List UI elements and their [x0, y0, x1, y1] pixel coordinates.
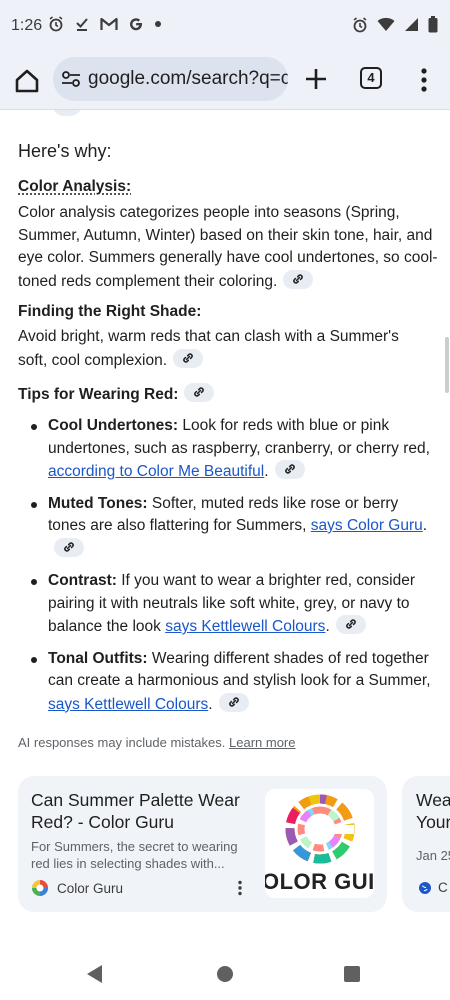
- source-link[interactable]: says Kettlewell Colours: [48, 696, 208, 713]
- learn-more-link[interactable]: Learn more: [229, 735, 295, 750]
- signal-icon: [405, 18, 418, 31]
- tips-title: Tips for Wearing Red:: [18, 383, 215, 404]
- color-analysis-title[interactable]: Color Analysis:: [18, 178, 131, 196]
- card-title[interactable]: Wea Your: [416, 789, 450, 833]
- dot-icon: [155, 21, 161, 27]
- browser-toolbar: google.com/search?q=c 4: [0, 54, 450, 110]
- source-link-chip[interactable]: [274, 460, 305, 479]
- globe-icon: [419, 881, 431, 894]
- link-icon: [284, 464, 295, 474]
- gmail-icon: [100, 17, 118, 30]
- tips-list: Cool Undertones: Look for reds with blue…: [31, 415, 440, 725]
- home-button[interactable]: [217, 966, 233, 982]
- home-icon[interactable]: [12, 66, 42, 96]
- ai-overview-content: Here's why: Color Analysis: Color analys…: [0, 110, 450, 928]
- card-thumbnail[interactable]: OLOR GUI: [265, 789, 374, 898]
- finding-shade-text: Avoid bright, warm reds that can clash w…: [18, 328, 399, 369]
- color-guru-favicon-icon: [31, 879, 49, 897]
- link-icon: [183, 352, 193, 363]
- link-icon: [345, 619, 356, 629]
- more-menu-icon[interactable]: [420, 67, 428, 93]
- source-card[interactable]: WeaYour Jan 25 C: [402, 776, 450, 912]
- link-icon: [194, 387, 205, 397]
- alarm-icon: [49, 16, 63, 32]
- link-icon: [228, 696, 239, 707]
- download-done-icon: [76, 18, 88, 31]
- link-icon: [293, 273, 304, 284]
- list-item: Tonal Outfits: Wearing different shades …: [31, 648, 440, 717]
- list-item: Cool Undertones: Look for reds with blue…: [31, 415, 440, 484]
- site-settings-icon[interactable]: [61, 70, 81, 88]
- color-wheel-logo: [285, 794, 355, 864]
- system-nav-bar: [0, 928, 450, 1000]
- section-heading: Here's why:: [18, 141, 112, 161]
- card-snippet: For Summers, the secret to wearing red l…: [31, 839, 238, 871]
- system-icons: [352, 16, 438, 33]
- more-options-icon[interactable]: [237, 880, 243, 896]
- status-bar: 1:26: [0, 0, 450, 54]
- source-link-chip[interactable]: [283, 269, 314, 289]
- tab-switcher-button[interactable]: 4: [360, 67, 382, 89]
- notification-icons: [48, 16, 162, 32]
- collapsed-chip[interactable]: [52, 110, 82, 116]
- source-link[interactable]: says Kettlewell Colours: [165, 618, 325, 635]
- card-source: Color Guru: [31, 879, 123, 897]
- link-icon: [64, 541, 74, 552]
- source-link-chip[interactable]: [335, 615, 366, 634]
- thumbnail-logo-text: OLOR GUI: [265, 869, 374, 894]
- list-item: Muted Tones: Softer, muted reds like ros…: [31, 493, 440, 562]
- source-link[interactable]: says Color Guru: [311, 517, 423, 534]
- status-time: 1:26: [11, 17, 43, 34]
- alarm-icon: [353, 16, 367, 32]
- card-title[interactable]: Can Summer Palette Wear Red? - Color Gur…: [31, 789, 256, 833]
- google-icon: [130, 18, 143, 31]
- back-icon[interactable]: [86, 964, 104, 984]
- color-analysis-text: Color analysis categorizes people into s…: [18, 204, 438, 290]
- source-link-chip[interactable]: [173, 348, 204, 368]
- wifi-icon: [377, 17, 395, 31]
- source-link[interactable]: according to Color Me Beautiful: [48, 463, 264, 480]
- ai-disclaimer: AI responses may include mistakes. Learn…: [18, 735, 296, 750]
- source-link-chip[interactable]: [184, 383, 215, 402]
- new-tab-icon[interactable]: [303, 66, 329, 92]
- card-date: Jan 25: [416, 848, 450, 863]
- source-card[interactable]: Can Summer Palette Wear Red? - Color Gur…: [18, 776, 387, 912]
- finding-shade-title: Finding the Right Shade:: [18, 303, 202, 320]
- recents-button[interactable]: [344, 966, 360, 982]
- card-source: C: [418, 880, 448, 895]
- source-link-chip[interactable]: [54, 537, 84, 557]
- url-text: google.com/search?q=c: [88, 68, 288, 89]
- scrollbar[interactable]: [445, 337, 449, 393]
- battery-icon: [428, 16, 438, 33]
- address-bar[interactable]: google.com/search?q=c: [53, 57, 288, 101]
- source-link-chip[interactable]: [218, 692, 249, 712]
- list-item: Contrast: If you want to wear a brighter…: [31, 570, 440, 639]
